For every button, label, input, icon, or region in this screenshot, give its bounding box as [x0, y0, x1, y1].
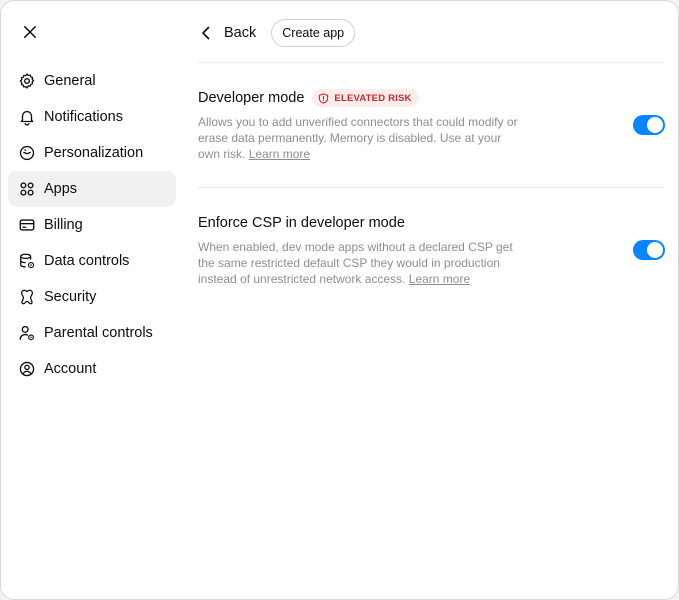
apps-settings-panel: Back Create app Developer mode ELEVATED …	[198, 1, 665, 599]
developer-mode-toggle[interactable]	[633, 115, 665, 135]
back-label: Back	[224, 24, 257, 41]
toggle-knob	[647, 242, 663, 258]
elevated-risk-badge: ELEVATED RISK	[312, 89, 419, 107]
divider	[198, 62, 665, 63]
sidebar-item-label: Apps	[44, 181, 78, 197]
developer-mode-description: Allows you to add unverified connectors …	[198, 115, 518, 161]
sidebar-item-personalization[interactable]: Personalization	[8, 135, 176, 171]
settings-dialog: General Notifications Personalization Ap…	[0, 0, 679, 600]
sidebar-item-label: Security	[44, 289, 97, 305]
sidebar-item-label: Notifications	[44, 109, 123, 125]
sidebar-item-parental-controls[interactable]: Parental controls	[8, 315, 176, 351]
developer-mode-setting: Developer mode ELEVATED RISK Allows you …	[198, 88, 665, 162]
enforce-csp-toggle[interactable]	[633, 240, 665, 260]
chevron-left-icon	[202, 26, 210, 39]
sidebar-item-label: Account	[44, 361, 97, 377]
database-gear-icon	[18, 252, 36, 270]
sidebar-item-data-controls[interactable]: Data controls	[8, 243, 176, 279]
settings-sidebar: General Notifications Personalization Ap…	[1, 1, 186, 599]
sidebar-item-label: Parental controls	[44, 325, 153, 341]
user-circle-icon	[18, 360, 36, 378]
toggle-knob	[647, 117, 663, 133]
close-button[interactable]	[19, 21, 41, 43]
settings-nav: General Notifications Personalization Ap…	[8, 63, 176, 387]
back-button[interactable]: Back	[198, 25, 256, 41]
divider	[198, 187, 665, 188]
sidebar-item-notifications[interactable]: Notifications	[8, 99, 176, 135]
gear-icon	[18, 72, 36, 90]
apps-grid-icon	[18, 180, 36, 198]
sidebar-item-label: Billing	[44, 217, 83, 233]
learn-more-link[interactable]: Learn more	[409, 272, 470, 286]
sidebar-item-account[interactable]: Account	[8, 351, 176, 387]
card-icon	[18, 216, 36, 234]
sidebar-item-billing[interactable]: Billing	[8, 207, 176, 243]
bell-icon	[18, 108, 36, 126]
sidebar-item-label: General	[44, 73, 96, 89]
panel-topbar: Back Create app	[198, 18, 356, 47]
personalization-icon	[18, 144, 36, 162]
learn-more-link[interactable]: Learn more	[249, 147, 310, 161]
enforce-csp-title: Enforce CSP in developer mode	[198, 215, 405, 231]
badge-label: ELEVATED RISK	[334, 92, 412, 104]
sidebar-item-apps[interactable]: Apps	[8, 171, 176, 207]
create-app-button[interactable]: Create app	[271, 18, 356, 47]
developer-mode-title: Developer mode	[198, 90, 305, 106]
sidebar-item-label: Personalization	[44, 145, 144, 161]
close-icon	[24, 26, 36, 38]
warning-shield-icon	[319, 92, 329, 104]
enforce-csp-setting: Enforce CSP in developer mode When enabl…	[198, 213, 665, 287]
sidebar-item-security[interactable]: Security	[8, 279, 176, 315]
sidebar-item-general[interactable]: General	[8, 63, 176, 99]
person-gear-icon	[18, 324, 36, 342]
enforce-csp-description: When enabled, dev mode apps without a de…	[198, 240, 513, 286]
security-icon	[18, 288, 36, 306]
sidebar-item-label: Data controls	[44, 253, 130, 269]
